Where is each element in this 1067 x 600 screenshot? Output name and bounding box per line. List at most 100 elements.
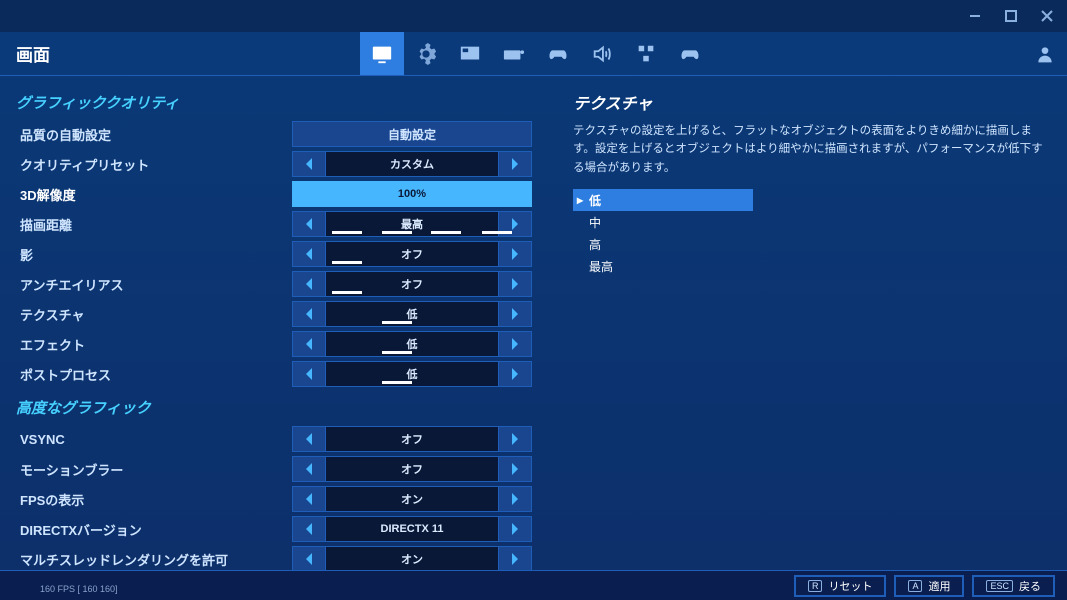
setting-control: オン: [292, 546, 532, 570]
arrow-left-button[interactable]: [293, 152, 325, 176]
arrow-right-button[interactable]: [499, 362, 531, 386]
arrow-right-button[interactable]: [499, 182, 531, 206]
arrow-left-button[interactable]: [293, 242, 325, 266]
header: 画面: [0, 32, 1067, 76]
setting-label: VSYNC: [12, 432, 292, 447]
arrow-left-button[interactable]: [293, 212, 325, 236]
arrow-left-button[interactable]: [293, 517, 325, 541]
caret-icon: ▸: [577, 193, 585, 207]
setting-control: オフ: [292, 241, 532, 267]
setting-row: 品質の自動設定自動設定: [12, 119, 555, 149]
arrow-right-button[interactable]: [499, 332, 531, 356]
tab-keyboard[interactable]: [492, 32, 536, 75]
minimize-button[interactable]: [963, 4, 987, 28]
arrow-left-button[interactable]: [293, 487, 325, 511]
setting-row: FPSの表示 オン: [12, 484, 555, 514]
tab-account[interactable]: [1023, 32, 1067, 75]
setting-label: エフェクト: [12, 335, 292, 354]
option-label: 高: [585, 236, 601, 253]
tab-input[interactable]: [668, 32, 712, 75]
arrow-right-button[interactable]: [499, 272, 531, 296]
arrow-left-button[interactable]: [293, 182, 325, 206]
setting-value[interactable]: オフ: [325, 242, 499, 266]
tab-display[interactable]: [360, 32, 404, 75]
setting-value[interactable]: DIRECTX 11: [325, 517, 499, 541]
arrow-left-button[interactable]: [293, 272, 325, 296]
maximize-button[interactable]: [999, 4, 1023, 28]
setting-control: 低: [292, 331, 532, 357]
arrow-right-button[interactable]: [499, 517, 531, 541]
arrow-left-button[interactable]: [293, 332, 325, 356]
setting-value[interactable]: オン: [325, 487, 499, 511]
setting-value[interactable]: オン: [325, 547, 499, 570]
settings-list: グラフィッククオリティ品質の自動設定自動設定クオリティプリセットカスタム3D解像…: [0, 76, 555, 570]
section-title: グラフィッククオリティ: [12, 84, 555, 119]
setting-value[interactable]: 最高: [325, 212, 499, 236]
page-title: 画面: [0, 32, 180, 75]
option-label: 中: [585, 214, 601, 231]
setting-value[interactable]: オフ: [325, 427, 499, 451]
setting-value[interactable]: カスタム: [325, 152, 499, 176]
setting-value[interactable]: オフ: [325, 272, 499, 296]
arrow-left-button[interactable]: [293, 427, 325, 451]
setting-label: モーションブラー: [12, 460, 292, 479]
setting-control: 100%: [292, 181, 532, 207]
setting-row: ポストプロセス低: [12, 359, 555, 389]
description-option[interactable]: 中: [573, 211, 753, 233]
arrow-right-button[interactable]: [499, 427, 531, 451]
description-option[interactable]: 高: [573, 233, 753, 255]
setting-row: 3D解像度100%: [12, 179, 555, 209]
arrow-left-button[interactable]: [293, 362, 325, 386]
setting-row: モーションブラー オフ: [12, 454, 555, 484]
setting-row: マルチスレッドレンダリングを許可オン: [12, 544, 555, 570]
tab-audio[interactable]: [580, 32, 624, 75]
auto-set-button[interactable]: 自動設定: [293, 126, 531, 143]
arrow-left-button[interactable]: [293, 302, 325, 326]
arrow-right-button[interactable]: [499, 242, 531, 266]
setting-control: カスタム: [292, 151, 532, 177]
back-button[interactable]: ESC戻る: [972, 575, 1055, 597]
setting-label: テクスチャ: [12, 305, 292, 324]
setting-label: 品質の自動設定: [12, 125, 292, 144]
tab-controller[interactable]: [536, 32, 580, 75]
tab-accessibility[interactable]: [624, 32, 668, 75]
arrow-right-button[interactable]: [499, 302, 531, 326]
close-button[interactable]: [1035, 4, 1059, 28]
reset-button[interactable]: Rリセット: [794, 575, 887, 597]
footer: 160 FPS [ 160 160] Rリセット A適用 ESC戻る: [0, 570, 1067, 600]
setting-control: 最高: [292, 211, 532, 237]
description-panel: テクスチャ テクスチャの設定を上げると、フラットなオブジェクトの表面をよりきめ細…: [555, 76, 1067, 570]
arrow-left-button[interactable]: [293, 457, 325, 481]
setting-label: 描画距離: [12, 215, 292, 234]
arrow-right-button[interactable]: [499, 457, 531, 481]
tab-gear[interactable]: [404, 32, 448, 75]
apply-button[interactable]: A適用: [894, 575, 964, 597]
setting-value[interactable]: 低: [325, 332, 499, 356]
option-label: 低: [585, 192, 601, 209]
setting-value[interactable]: オフ: [325, 457, 499, 481]
description-title: テクスチャ: [573, 90, 1049, 114]
setting-value[interactable]: 低: [325, 302, 499, 326]
setting-label: クオリティプリセット: [12, 155, 292, 174]
setting-control: オフ: [292, 271, 532, 297]
tab-game[interactable]: [448, 32, 492, 75]
option-label: 最高: [585, 258, 613, 275]
description-option[interactable]: 最高: [573, 255, 753, 277]
setting-value[interactable]: 100%: [325, 182, 499, 206]
setting-label: アンチエイリアス: [12, 275, 292, 294]
setting-row: VSYNC オフ: [12, 424, 555, 454]
setting-control: オフ: [292, 426, 532, 452]
arrow-right-button[interactable]: [499, 152, 531, 176]
description-option[interactable]: ▸低: [573, 189, 753, 211]
fps-counter: 160 FPS [ 160 160]: [40, 584, 118, 594]
setting-label: FPSの表示: [12, 490, 292, 509]
setting-value[interactable]: 低: [325, 362, 499, 386]
arrow-right-button[interactable]: [499, 487, 531, 511]
setting-row: エフェクト 低: [12, 329, 555, 359]
arrow-left-button[interactable]: [293, 547, 325, 570]
setting-row: クオリティプリセット カスタム: [12, 149, 555, 179]
setting-control: オン: [292, 486, 532, 512]
arrow-right-button[interactable]: [499, 547, 531, 570]
setting-label: 影: [12, 245, 292, 264]
setting-row: DIRECTXバージョンDIRECTX 11: [12, 514, 555, 544]
